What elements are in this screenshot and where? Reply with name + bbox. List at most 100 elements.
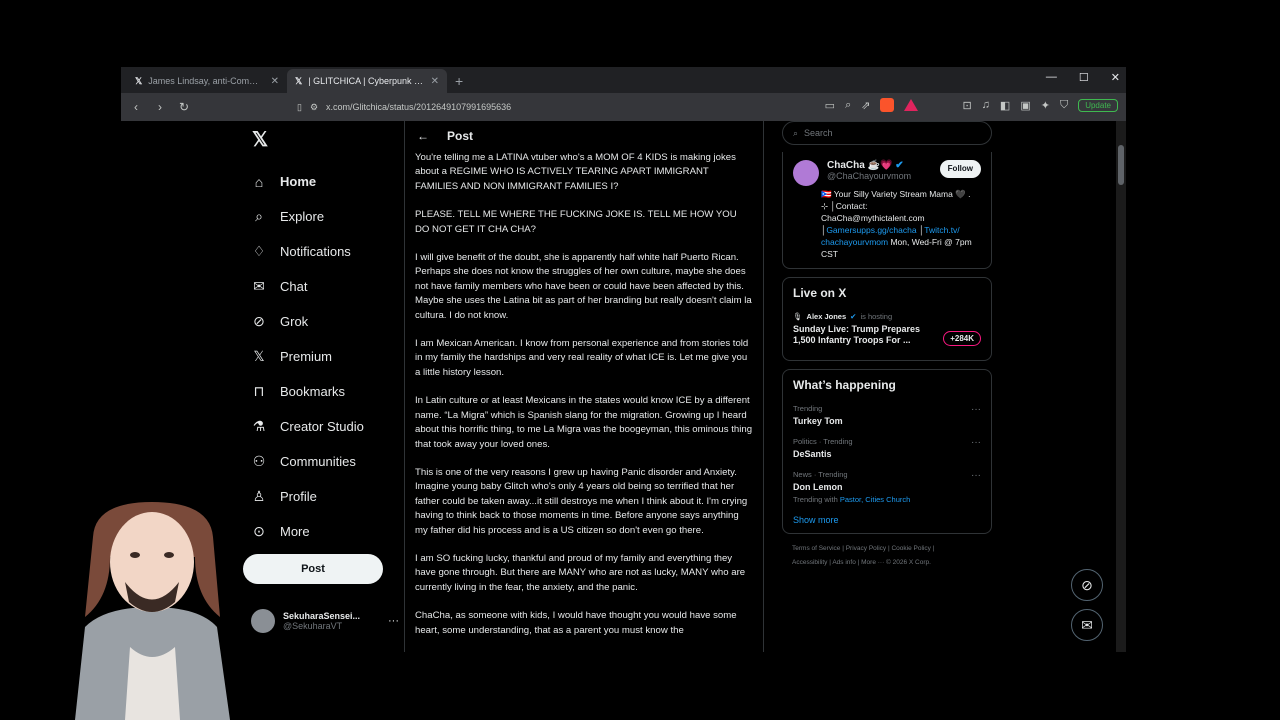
messages-button[interactable]: ✉ bbox=[1071, 609, 1103, 641]
trend-item[interactable]: News · Trending Don Lemon Trending with … bbox=[793, 470, 981, 504]
bio-line: │Gamersupps.gg/chacha │Twitch.tv/ bbox=[821, 225, 960, 235]
x-logo-icon[interactable]: 𝕏 bbox=[252, 127, 393, 152]
share-icon[interactable]: ⇗ bbox=[861, 99, 870, 112]
music-icon[interactable]: ♫ bbox=[982, 99, 990, 111]
extensions-icon[interactable]: ⊡ bbox=[962, 99, 971, 112]
site-info-icon[interactable]: ⚙ bbox=[310, 102, 318, 113]
left-navigation: 𝕏 ⌂ Home ⌕ Explore ♢ Notifications ✉ Chat ⊘ G… bbox=[243, 121, 393, 584]
minimize-icon[interactable]: — bbox=[1046, 71, 1057, 84]
tab-strip: 𝕏 James Lindsay, anti-Communist on X ✕ 𝕏… bbox=[121, 67, 1126, 93]
browser-window: 𝕏 James Lindsay, anti-Communist on X ✕ 𝕏… bbox=[121, 67, 1126, 652]
bookmark-icon[interactable]: ▯ bbox=[297, 102, 302, 113]
back-arrow-icon[interactable]: ← bbox=[417, 129, 429, 143]
tab-glitchica[interactable]: 𝕏 | GLITCHICA | Cyberpunk Vtuber ✕ bbox=[287, 69, 447, 93]
cast-icon[interactable]: ▭ bbox=[825, 99, 835, 112]
nav-label: Creator Studio bbox=[280, 419, 364, 434]
close-icon[interactable]: ✕ bbox=[271, 76, 279, 87]
nav-chat[interactable]: ✉ Chat bbox=[243, 269, 393, 304]
follow-button[interactable]: Follow bbox=[939, 160, 981, 178]
mic-icon: 🎙 bbox=[793, 312, 803, 321]
grok-button[interactable]: ⊘ bbox=[1071, 569, 1103, 601]
bio-link[interactable]: Gamersupps.gg/chacha bbox=[826, 225, 916, 235]
show-more-link[interactable]: Show more bbox=[793, 515, 981, 525]
profile-card: ChaCha ☕💗 ✔ @ChaChayourvmom Follow 🇵🇷 Yo… bbox=[782, 152, 992, 269]
whats-happening-card: What’s happening Trending Turkey Tom ···… bbox=[782, 369, 992, 534]
live-card[interactable]: Live on X 🎙 Alex Jones ✔ is hosting Sund… bbox=[782, 277, 992, 361]
nav-communities[interactable]: ⚇ Communities bbox=[243, 444, 393, 479]
scrollbar-thumb[interactable] bbox=[1118, 145, 1124, 185]
ai-icon[interactable]: ✦ bbox=[1041, 99, 1050, 112]
account-handle: @SekuharaVT bbox=[283, 621, 343, 631]
nav-more[interactable]: ⊙ More bbox=[243, 514, 393, 549]
new-tab-button[interactable]: + bbox=[447, 69, 471, 93]
nav-label: Grok bbox=[280, 314, 309, 329]
happening-heading: What’s happening bbox=[793, 378, 896, 392]
bio-link[interactable]: chachayourvmom bbox=[821, 237, 888, 247]
post-header: ← Post bbox=[405, 121, 763, 151]
nav-label: Profile bbox=[280, 489, 317, 504]
nav-profile[interactable]: ♙ Profile bbox=[243, 479, 393, 514]
vpn-icon[interactable]: ⛉ bbox=[1060, 99, 1068, 112]
profile-name[interactable]: ChaCha ☕💗 ✔ bbox=[827, 160, 911, 171]
trend-meta: Trending bbox=[793, 404, 823, 413]
live-listener-count: +284K bbox=[943, 331, 981, 346]
right-sidebar: ⌕ Search ChaCha ☕💗 ✔ @ChaChayourvmom Fol… bbox=[782, 121, 992, 570]
post-button[interactable]: Post bbox=[243, 554, 383, 584]
post-paragraph: This is one of the very reasons I grew u… bbox=[415, 466, 748, 536]
update-button[interactable]: Update bbox=[1078, 98, 1118, 112]
x-premium-icon: 𝕏 bbox=[253, 348, 265, 364]
live-heading: Live on X bbox=[793, 286, 847, 300]
nav-home[interactable]: ⌂ Home bbox=[243, 164, 393, 199]
grok-icon: ⊘ bbox=[1081, 576, 1093, 593]
footer-line[interactable]: Terms of Service | Privacy Policy | Cook… bbox=[792, 542, 982, 556]
trend-meta: News · Trending bbox=[793, 470, 848, 479]
close-icon[interactable]: ✕ bbox=[431, 76, 439, 87]
close-window-icon[interactable]: ✕ bbox=[1111, 71, 1120, 84]
maximize-icon[interactable]: ☐ bbox=[1079, 71, 1089, 84]
forward-icon[interactable]: › bbox=[153, 100, 167, 114]
post-paragraph: I am SO fucking lucky, thankful and prou… bbox=[415, 552, 746, 593]
nav-label: Home bbox=[280, 174, 317, 189]
wallet-icon[interactable]: ▣ bbox=[1020, 99, 1030, 112]
scrollbar[interactable] bbox=[1116, 121, 1126, 652]
post-column: ← Post You're telling me a LATINA vtuber… bbox=[404, 121, 764, 652]
zoom-icon[interactable]: ⌕ bbox=[845, 99, 851, 112]
sidebar-icon[interactable]: ◧ bbox=[1000, 99, 1010, 112]
brave-rewards-icon[interactable] bbox=[904, 99, 919, 111]
nav-premium[interactable]: 𝕏 Premium bbox=[243, 339, 393, 374]
more-icon[interactable]: ··· bbox=[971, 404, 981, 415]
back-icon[interactable]: ‹ bbox=[129, 100, 143, 114]
bio-line: ChaCha@mythictalent.com bbox=[821, 213, 925, 223]
reload-icon[interactable]: ↻ bbox=[177, 100, 191, 114]
address-bar[interactable]: ▯ ⚙ x.com/Glitchica/status/2012649107991… bbox=[297, 102, 511, 113]
nav-notifications[interactable]: ♢ Notifications bbox=[243, 234, 393, 269]
window-controls: — ☐ ✕ bbox=[1046, 71, 1120, 84]
search-placeholder: Search bbox=[804, 128, 833, 138]
search-input[interactable]: ⌕ Search bbox=[782, 121, 992, 145]
footer-line[interactable]: Accessibility | Ads info | More ··· © 20… bbox=[792, 556, 982, 570]
more-icon[interactable]: ··· bbox=[971, 470, 981, 481]
live-host: 🎙 Alex Jones ✔ is hosting bbox=[793, 312, 893, 321]
more-icon[interactable]: ··· bbox=[971, 437, 981, 448]
nav-explore[interactable]: ⌕ Explore bbox=[243, 199, 393, 234]
trend-meta: Politics · Trending bbox=[793, 437, 853, 446]
verified-icon: ✔ bbox=[850, 312, 857, 321]
account-name: SekuharaSensei... bbox=[283, 611, 361, 621]
account-switcher[interactable]: SekuharaSensei... @SekuharaVT ··· bbox=[251, 609, 399, 633]
nav-bookmarks[interactable]: ⊓ Bookmarks bbox=[243, 374, 393, 409]
profile-bio: 🇵🇷 Your Silly Variety Stream Mama 🖤 . ⊹ … bbox=[821, 188, 981, 260]
brave-shields-icon[interactable] bbox=[880, 98, 895, 112]
bio-link[interactable]: Twitch.tv/ bbox=[924, 225, 959, 235]
tab-james-lindsay[interactable]: 𝕏 James Lindsay, anti-Communist on X ✕ bbox=[127, 69, 287, 93]
x-favicon-icon: 𝕏 bbox=[295, 75, 303, 86]
avatar[interactable] bbox=[793, 160, 819, 186]
nav-grok[interactable]: ⊘ Grok bbox=[243, 304, 393, 339]
footer-links: Terms of Service | Privacy Policy | Cook… bbox=[782, 542, 992, 570]
tab-title: | GLITCHICA | Cyberpunk Vtuber bbox=[308, 76, 424, 86]
trend-item[interactable]: Politics · Trending DeSantis ··· bbox=[793, 437, 981, 459]
nav-creator-studio[interactable]: ⚗ Creator Studio bbox=[243, 409, 393, 444]
trend-item[interactable]: Trending Turkey Tom ··· bbox=[793, 404, 981, 426]
more-icon[interactable]: ··· bbox=[388, 615, 399, 627]
nav-label: More bbox=[280, 524, 310, 539]
mail-icon: ✉ bbox=[1081, 616, 1093, 633]
